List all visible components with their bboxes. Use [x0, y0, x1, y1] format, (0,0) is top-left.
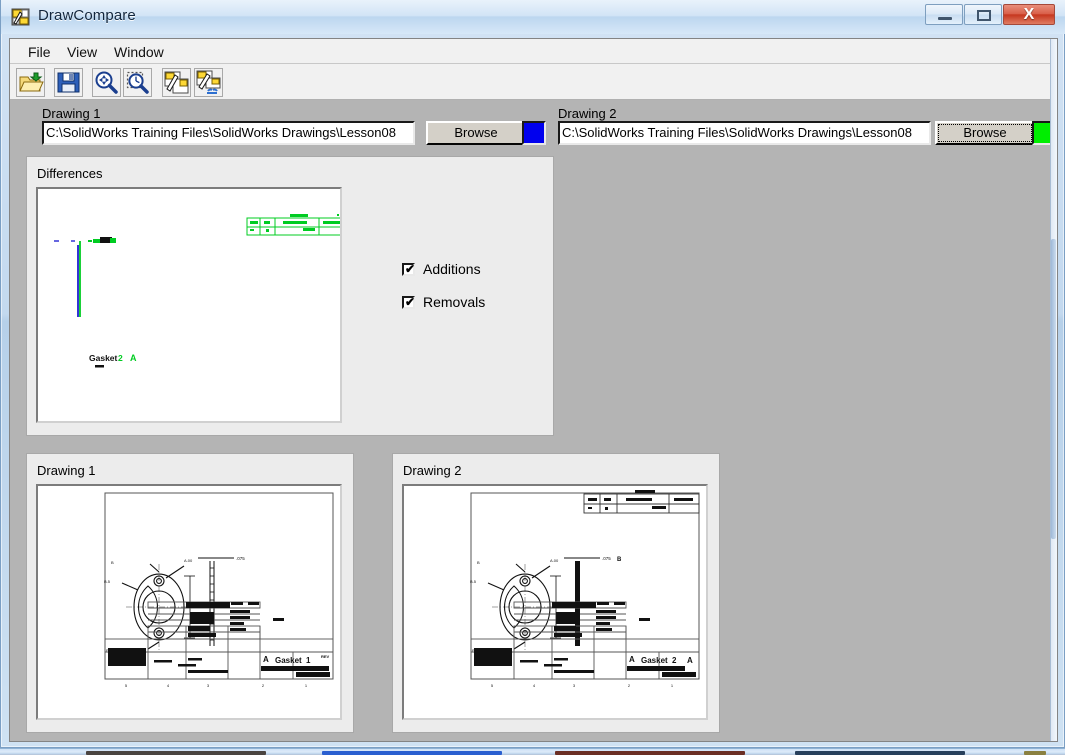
drawing2-browse-button[interactable]: Browse: [935, 121, 1035, 145]
drawing1-color-swatch[interactable]: [522, 121, 546, 145]
svg-text:.075: .075: [236, 556, 245, 561]
removals-label: Removals: [423, 294, 485, 310]
drawing2-path-input[interactable]: C:\SolidWorks Training Files\SolidWorks …: [558, 121, 931, 145]
zoom-fit-icon: [93, 69, 120, 96]
menu-bar: File View Window: [10, 39, 1057, 64]
drawing1-sheet: BA.00 B.5P.LN C .075: [38, 486, 340, 718]
drawing2-rev-letter-left: A: [629, 655, 635, 664]
drawing1-rev-letter: A: [263, 655, 269, 664]
drawing2-label: Drawing 2: [558, 106, 617, 121]
minimize-icon: [938, 17, 952, 20]
drawing1-path-input[interactable]: C:\SolidWorks Training Files\SolidWorks …: [42, 121, 415, 145]
taskbar-item[interactable]: [1024, 751, 1046, 755]
drawing1-label: Drawing 1: [42, 106, 101, 121]
close-icon: X: [1004, 5, 1054, 24]
save-disk-icon: [55, 69, 82, 96]
file-selection-row: Drawing 1 C:\SolidWorks Training Files\S…: [10, 100, 1057, 144]
taskbar-item[interactable]: [322, 751, 502, 755]
additions-label: Additions: [423, 261, 481, 277]
differences-panel-title: Differences: [37, 166, 103, 181]
overlay-rev-letter: A: [130, 353, 137, 363]
overlay-rev-number: 2: [118, 353, 123, 363]
differences-drawing: Gasket 2 A: [38, 189, 340, 421]
drawing1-canvas[interactable]: BA.00 B.5P.LN C .075: [36, 484, 342, 720]
svg-text:B: B: [477, 560, 480, 565]
zoom-area-button[interactable]: [123, 68, 152, 97]
client-area: File View Window: [9, 38, 1058, 742]
zoom-area-icon: [124, 69, 151, 96]
save-button[interactable]: [54, 68, 83, 97]
svg-text:REV: REV: [321, 654, 330, 659]
drawing2-rev-letter: A: [687, 656, 693, 665]
drawcompare-icon: [11, 7, 31, 27]
title-bar: DrawCompare X: [1, 0, 1065, 34]
toolbar: [10, 64, 1057, 100]
differences-panel: Differences: [26, 156, 554, 436]
taskbar-item[interactable]: [795, 751, 965, 755]
svg-text:A.00: A.00: [184, 558, 193, 563]
svg-text:.075: .075: [602, 556, 611, 561]
vertical-scrollbar[interactable]: [1050, 39, 1057, 742]
maximize-button[interactable]: [964, 4, 1002, 25]
taskbar-item[interactable]: [86, 751, 266, 755]
removals-checkbox-box[interactable]: ✔: [402, 296, 415, 309]
compare-linked-icon: [195, 69, 222, 96]
zoom-fit-button[interactable]: [92, 68, 121, 97]
check-icon: ✔: [405, 296, 415, 309]
application-window: DrawCompare X File View Window: [0, 0, 1065, 748]
open-button[interactable]: [16, 68, 45, 97]
differences-canvas[interactable]: Gasket 2 A: [36, 187, 342, 423]
drawing1-browse-button[interactable]: Browse: [426, 121, 526, 145]
drawing2-section-label: B: [617, 557, 622, 563]
taskbar: [0, 748, 1065, 754]
svg-text:A.00: A.00: [550, 558, 559, 563]
close-button[interactable]: X: [1003, 4, 1055, 25]
scrollbar-thumb[interactable]: [1051, 239, 1056, 539]
drawing2-part-name: Gasket: [641, 656, 668, 665]
drawing1-part-number: 1: [306, 656, 311, 665]
drawing2-canvas[interactable]: BA.00 B.5P.LN C .075 B: [402, 484, 708, 720]
check-icon: ✔: [405, 263, 415, 276]
svg-text:B: B: [111, 560, 114, 565]
compare-linked-button[interactable]: [194, 68, 223, 97]
drawing1-panel: Drawing 1: [26, 453, 354, 733]
menu-view[interactable]: View: [61, 43, 103, 61]
menu-window[interactable]: Window: [108, 43, 170, 61]
menu-file[interactable]: File: [22, 43, 57, 61]
window-title: DrawCompare: [38, 7, 136, 24]
drawing2-panel: Drawing 2: [392, 453, 720, 733]
open-folder-icon: [17, 69, 44, 96]
overlay-part-name: Gasket: [89, 353, 118, 363]
maximize-icon: [977, 10, 991, 21]
drawing1-panel-title: Drawing 1: [37, 463, 96, 478]
additions-checkbox-box[interactable]: ✔: [402, 263, 415, 276]
svg-text:B.5: B.5: [470, 579, 477, 584]
drawing2-part-number: 2: [672, 656, 677, 665]
drawing2-sheet: BA.00 B.5P.LN C .075 B: [404, 486, 706, 718]
compare-documents-icon: [163, 69, 190, 96]
taskbar-item[interactable]: [555, 751, 745, 755]
compare-button[interactable]: [162, 68, 191, 97]
svg-text:B.5: B.5: [104, 579, 111, 584]
minimize-button[interactable]: [925, 4, 963, 25]
drawing1-part-name: Gasket: [275, 656, 302, 665]
drawing2-panel-title: Drawing 2: [403, 463, 462, 478]
